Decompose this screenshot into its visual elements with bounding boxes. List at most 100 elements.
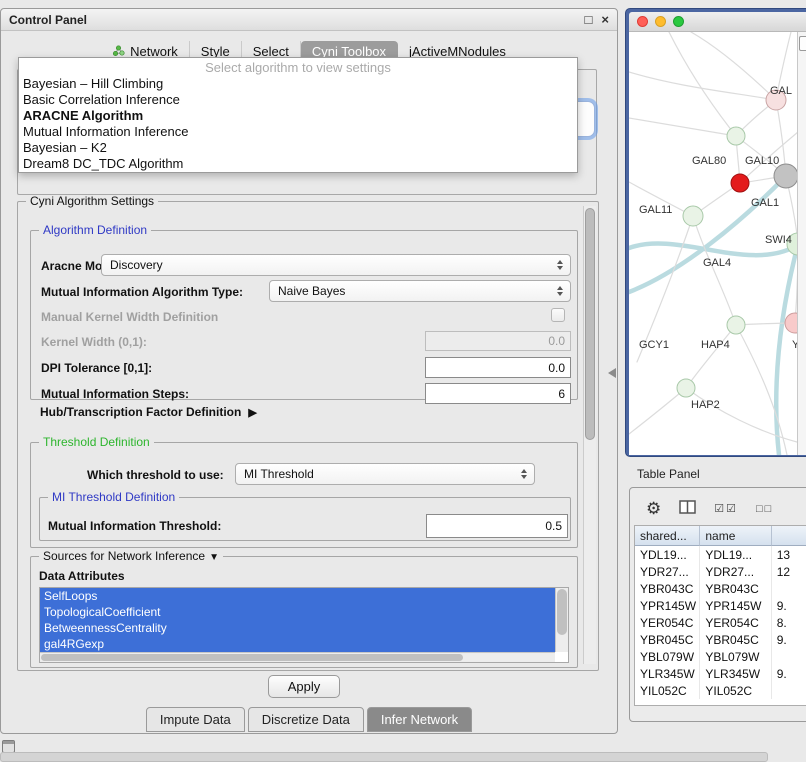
network-edge[interactable]	[629, 72, 776, 100]
algorithm-dropdown-list: Select algorithm to view settingsBayesia…	[18, 57, 578, 173]
bottom-tab-infer-network[interactable]: Infer Network	[367, 707, 472, 732]
column-header-2[interactable]	[772, 526, 806, 546]
table-row[interactable]: YBR045CYBR045C9.	[635, 631, 806, 648]
close-panel-icon[interactable]: ×	[601, 13, 609, 26]
table-header-row: shared...name	[635, 526, 806, 546]
bottom-tab-impute-data[interactable]: Impute Data	[146, 707, 245, 732]
table-row[interactable]: YBL079WYBL079W	[635, 648, 806, 665]
table-row[interactable]: YBR043CYBR043C	[635, 580, 806, 597]
table-cell: YBR043C	[635, 580, 700, 597]
column-header-name[interactable]: name	[700, 526, 771, 546]
attribute-list: SelfLoopsTopologicalCoefficientBetweenne…	[40, 588, 555, 652]
network-node[interactable]	[727, 127, 745, 145]
dpi-tolerance-field[interactable]	[425, 357, 571, 378]
dropdown-prompt: Select algorithm to view settings	[19, 60, 577, 76]
control-panel-titlebar[interactable]: Control Panel □ ×	[1, 9, 617, 31]
sources-title[interactable]: Sources for Network Inference▼	[39, 549, 223, 563]
network-node[interactable]	[683, 206, 703, 226]
mi-steps-field[interactable]	[425, 383, 571, 404]
threshold-definition-title: Threshold Definition	[39, 435, 154, 449]
list-horizontal-scrollbar[interactable]	[40, 652, 555, 662]
dropdown-item-dream8-dc-tdc-algorithm[interactable]: Dream8 DC_TDC Algorithm	[19, 156, 577, 172]
combo-arrows-icon	[552, 286, 567, 296]
node-table: shared...name YDL19...YDL19...13YDR27...…	[634, 525, 806, 706]
kernel-width-label: Kernel Width (0,1):	[41, 335, 147, 349]
table-panel-window: ⚙ ☑☑ □□ shared...name YDL19...YDL19...13…	[629, 487, 806, 722]
list-vertical-scrollbar[interactable]	[555, 588, 568, 652]
scrollbar-thumb[interactable]	[557, 589, 567, 635]
dropdown-item-mutual-information-inference[interactable]: Mutual Information Inference	[19, 124, 577, 140]
aracne-mode-select[interactable]: Discovery	[101, 254, 571, 276]
mi-type-value: Naive Bayes	[270, 284, 552, 298]
mi-type-select[interactable]: Naive Bayes	[269, 280, 571, 302]
dropdown-item-bayesian-hill-climbing[interactable]: Bayesian – Hill Climbing	[19, 76, 577, 92]
node-label: HAP4	[701, 339, 730, 351]
minimize-window-icon[interactable]	[655, 16, 666, 27]
hub-definition-toggle[interactable]: Hub/Transcription Factor Definition ▶	[40, 405, 257, 419]
network-edge[interactable]	[691, 32, 776, 100]
network-edge[interactable]	[686, 325, 736, 388]
table-row[interactable]: YPR145WYPR145W9.	[635, 597, 806, 614]
float-panel-icon[interactable]: □	[585, 13, 593, 26]
table-row[interactable]: YLR345WYLR345W9.	[635, 665, 806, 682]
network-edge[interactable]	[693, 216, 736, 325]
bottom-tab-discretize-data[interactable]: Discretize Data	[248, 707, 364, 732]
column-header-shared[interactable]: shared...	[635, 526, 700, 546]
which-threshold-select[interactable]: MI Threshold	[235, 463, 535, 485]
scrollbar-thumb[interactable]	[799, 36, 806, 51]
network-node[interactable]	[785, 313, 797, 333]
dropdown-item-bayesian-k2[interactable]: Bayesian – K2	[19, 140, 577, 156]
network-edge[interactable]	[629, 118, 736, 136]
hub-definition-label: Hub/Transcription Factor Definition	[40, 405, 241, 419]
select-all-icon[interactable]: ☑☑	[714, 502, 738, 515]
node-label: HAP2	[691, 399, 720, 411]
network-node[interactable]	[727, 316, 745, 334]
table-row[interactable]: YIL052CYIL052C	[635, 682, 806, 699]
network-edge[interactable]	[629, 176, 786, 292]
deselect-all-icon[interactable]: □□	[756, 503, 773, 515]
attribute-item-gal4rgexp[interactable]: gal4RGexp	[40, 636, 555, 652]
scrollbar-thumb[interactable]	[41, 654, 463, 661]
scrollbar-thumb[interactable]	[585, 208, 595, 440]
threshold-definition-group: Threshold Definition Which threshold to …	[30, 442, 578, 548]
table-cell: YDL19...	[700, 546, 771, 563]
gear-icon[interactable]: ⚙	[646, 500, 661, 517]
network-icon	[112, 45, 125, 57]
columns-icon[interactable]	[679, 500, 696, 517]
bottom-scrollbar[interactable]	[0, 752, 768, 762]
attribute-item-topologicalcoefficient[interactable]: TopologicalCoefficient	[40, 604, 555, 620]
close-window-icon[interactable]	[637, 16, 648, 27]
apply-button[interactable]: Apply	[268, 675, 340, 698]
minimized-panel-titlebar	[3, 741, 14, 744]
table-row[interactable]: YDL19...YDL19...13	[635, 546, 806, 563]
node-label: SWI4	[765, 234, 792, 246]
network-edge[interactable]	[686, 388, 797, 442]
expand-right-icon: ▶	[248, 406, 256, 419]
node-label: GAL11	[639, 204, 672, 216]
network-canvas[interactable]: GALGAL80GAL10GAL11GAL1SWI4GAL4GCY1HAP4YH…	[629, 32, 797, 455]
zoom-window-icon[interactable]	[673, 16, 684, 27]
node-label: GAL1	[751, 197, 779, 209]
network-node[interactable]	[677, 379, 695, 397]
table-row[interactable]: YDR27...YDR27...12	[635, 563, 806, 580]
manual-kernel-checkbox[interactable]	[551, 308, 565, 322]
network-window-titlebar[interactable]	[629, 12, 806, 32]
kernel-width-field[interactable]	[425, 331, 571, 351]
settings-group-title: Cyni Algorithm Settings	[26, 194, 158, 208]
dropdown-item-basic-correlation-inference[interactable]: Basic Correlation Inference	[19, 92, 577, 108]
mi-threshold-field[interactable]	[426, 514, 568, 538]
dropdown-item-aracne-algorithm[interactable]: ARACNE Algorithm	[19, 108, 577, 124]
table-row[interactable]: YER054CYER054C8.	[635, 614, 806, 631]
settings-scrollbar[interactable]	[583, 206, 596, 664]
attribute-item-selfloops[interactable]: SelfLoops	[40, 588, 555, 604]
node-label: GAL4	[703, 257, 731, 269]
table-cell: YDR27...	[635, 563, 700, 580]
network-vertical-scrollbar[interactable]	[797, 32, 806, 455]
table-cell: YDR27...	[700, 563, 771, 580]
collapse-splitter-icon[interactable]	[603, 368, 616, 378]
network-node[interactable]	[731, 174, 749, 192]
network-node[interactable]	[774, 164, 797, 188]
network-edge[interactable]	[629, 388, 686, 434]
table-cell: 9.	[772, 597, 806, 614]
attribute-item-betweennesscentrality[interactable]: BetweennessCentrality	[40, 620, 555, 636]
